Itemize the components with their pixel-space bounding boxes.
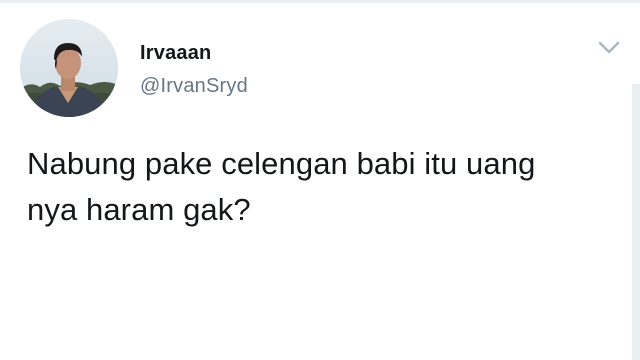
- display-name[interactable]: Irvaaan: [140, 42, 211, 65]
- top-divider: [0, 0, 640, 3]
- chevron-down-icon[interactable]: [597, 40, 621, 56]
- user-handle[interactable]: @IrvanSryd: [140, 75, 248, 98]
- tweet-text: Nabung pake celengan babi itu uang nya h…: [27, 141, 607, 233]
- avatar-photo: [20, 19, 118, 117]
- tweet-text-line: Nabung pake celengan babi itu uang: [27, 146, 536, 181]
- tweet-text-line: nya haram gak?: [27, 192, 251, 227]
- scrollbar[interactable]: [632, 84, 640, 360]
- avatar[interactable]: [20, 19, 118, 117]
- tweet-card: Irvaaan @IrvanSryd Nabung pake celengan …: [0, 0, 640, 360]
